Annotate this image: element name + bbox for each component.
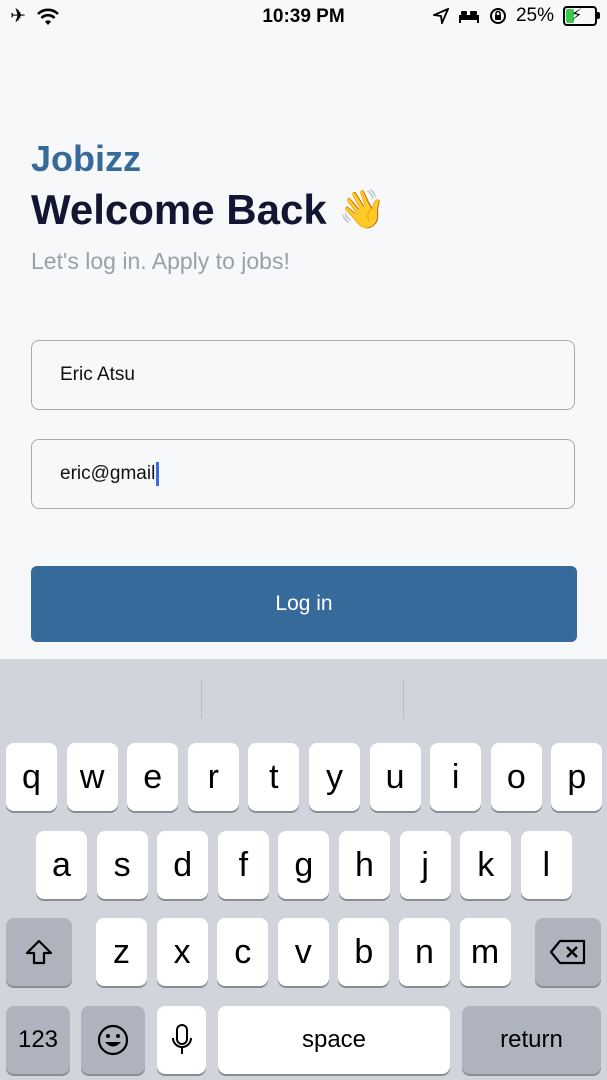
text-cursor — [156, 462, 160, 486]
key-h[interactable]: h — [339, 831, 390, 899]
page-title: Welcome Back 👋 — [31, 186, 386, 234]
key-q[interactable]: q — [6, 743, 57, 811]
key-b[interactable]: b — [338, 918, 390, 986]
name-field-value: Eric Atsu — [60, 364, 135, 385]
microphone-icon — [171, 1024, 192, 1054]
battery-icon: ⚡ — [563, 6, 600, 26]
space-key[interactable]: space — [218, 1006, 450, 1074]
waving-hand-emoji: 👋 — [338, 189, 387, 231]
login-button-label: Log in — [275, 592, 333, 615]
keyboard: 123 space return qwertyuiop asdfghjkl zxcv… — [0, 659, 607, 1080]
shift-icon — [25, 939, 53, 965]
name-field[interactable]: Eric Atsu — [31, 340, 575, 410]
key-j[interactable]: j — [399, 831, 451, 899]
key-x[interactable]: x — [156, 918, 208, 986]
backspace-key[interactable] — [535, 918, 601, 986]
backspace-icon — [549, 939, 586, 965]
key-n[interactable]: n — [399, 918, 450, 986]
suggestion-divider — [201, 679, 202, 719]
key-u[interactable]: u — [369, 743, 421, 811]
key-d[interactable]: d — [157, 831, 209, 899]
charging-bolt-icon: ⚡ — [571, 7, 583, 24]
key-g[interactable]: g — [278, 831, 330, 899]
bed-icon — [458, 11, 479, 23]
login-button[interactable]: Log in — [31, 566, 577, 642]
key-s[interactable]: s — [96, 831, 148, 899]
brand-name: Jobizz — [31, 138, 142, 179]
key-t[interactable]: t — [248, 743, 300, 811]
key-v[interactable]: v — [277, 918, 329, 986]
key-l[interactable]: l — [520, 831, 572, 899]
subtitle: Let's log in. Apply to jobs! — [31, 248, 290, 274]
shift-key[interactable] — [6, 918, 72, 986]
title-text: Welcome Back — [31, 186, 327, 233]
battery-percent: 25% — [515, 5, 554, 26]
key-w[interactable]: w — [66, 743, 118, 811]
key-y[interactable]: y — [309, 743, 360, 811]
suggestion-divider — [403, 679, 404, 719]
email-field-value: eric@gmail — [60, 463, 156, 484]
emoji-key[interactable] — [81, 1006, 145, 1074]
email-field[interactable]: eric@gmail — [31, 439, 575, 509]
key-r[interactable]: r — [187, 743, 239, 811]
status-bar: ✈ 10:39 PM 25% ⚡ — [0, 0, 607, 34]
key-o[interactable]: o — [490, 743, 542, 811]
dictation-key[interactable] — [157, 1006, 206, 1074]
key-c[interactable]: c — [217, 918, 269, 986]
emoji-icon — [97, 1024, 129, 1056]
key-f[interactable]: f — [217, 831, 269, 899]
key-a[interactable]: a — [36, 831, 87, 899]
location-icon — [432, 8, 449, 24]
status-right: 25% ⚡ — [432, 5, 600, 27]
numbers-key[interactable]: 123 — [6, 1006, 70, 1074]
key-k[interactable]: k — [460, 831, 512, 899]
key-i[interactable]: i — [430, 743, 482, 811]
key-e[interactable]: e — [127, 743, 179, 811]
return-key[interactable]: return — [462, 1006, 601, 1074]
key-z[interactable]: z — [96, 918, 147, 986]
key-p[interactable]: p — [551, 743, 603, 811]
orientation-lock-icon — [489, 8, 506, 24]
key-m[interactable]: m — [459, 918, 511, 986]
